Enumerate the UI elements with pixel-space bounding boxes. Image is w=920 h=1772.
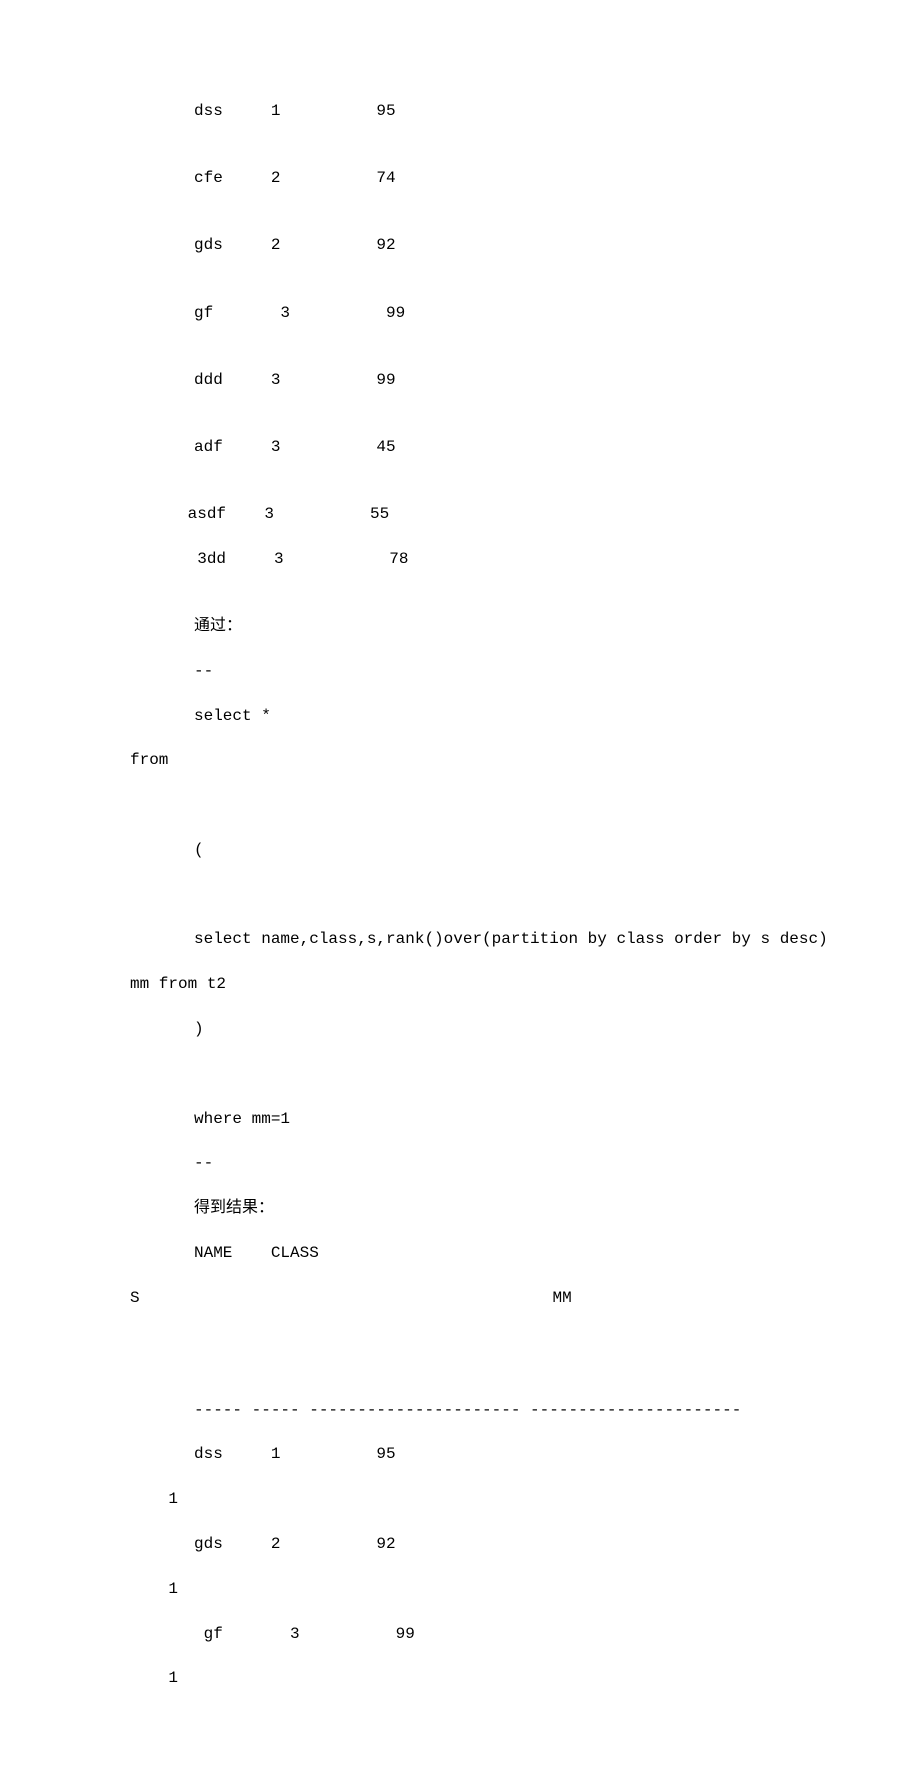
sql-select: select *: [130, 705, 790, 727]
row-text: dss 1 95: [194, 102, 396, 120]
result-row: dss 1 95: [130, 1443, 790, 1465]
table-row: adf 3 45: [130, 436, 790, 458]
result-row: gf 3 99: [130, 1623, 790, 1645]
sql-comment: --: [130, 1152, 790, 1174]
result-header-1: NAME CLASS: [130, 1242, 790, 1264]
result-row-mm: 1: [130, 1488, 790, 1510]
table-row: dss 1 95: [130, 100, 790, 122]
sql-subselect: select name,class,s,rank()over(partition…: [130, 928, 790, 950]
sql-mm-from: mm from t2: [130, 973, 790, 995]
row-text: cfe 2 74: [194, 169, 396, 187]
result-header-2: S MM: [130, 1287, 790, 1309]
table-row: gds 2 92: [130, 234, 790, 256]
result-divider: ----- ----- ---------------------- -----…: [130, 1399, 790, 1421]
table-row: cfe 2 74: [130, 167, 790, 189]
sql-where: where mm=1: [130, 1108, 790, 1130]
row-text: gf 3 99: [194, 304, 405, 322]
table-row: asdf 3 55: [130, 503, 790, 525]
label-pass: 通过：: [130, 615, 790, 637]
document-content: dss 1 95 cfe 2 74 gds 2 92 gf 3 99 ddd 3…: [130, 100, 790, 1712]
row-text: asdf 3 55: [188, 505, 390, 523]
result-label: 得到结果：: [130, 1197, 790, 1219]
result-row-mm: 1: [130, 1578, 790, 1600]
row-text: dss 1 95: [194, 1445, 396, 1463]
sql-comment: --: [130, 660, 790, 682]
row-text: gf 3 99: [204, 1625, 415, 1643]
row-text: ddd 3 99: [194, 371, 396, 389]
table-row: 3dd 3 78: [130, 548, 790, 570]
sql-from: from: [130, 749, 790, 771]
table-row: gf 3 99: [130, 302, 790, 324]
result-row-mm: 1: [130, 1667, 790, 1689]
row-text: gds 2 92: [194, 1535, 396, 1553]
row-text: gds 2 92: [194, 236, 396, 254]
row-text: adf 3 45: [194, 438, 396, 456]
result-row: gds 2 92: [130, 1533, 790, 1555]
table-row: ddd 3 99: [130, 369, 790, 391]
sql-paren-close: ): [130, 1018, 790, 1040]
sql-paren-open: (: [130, 839, 790, 861]
row-text: 3dd 3 78: [188, 550, 409, 568]
